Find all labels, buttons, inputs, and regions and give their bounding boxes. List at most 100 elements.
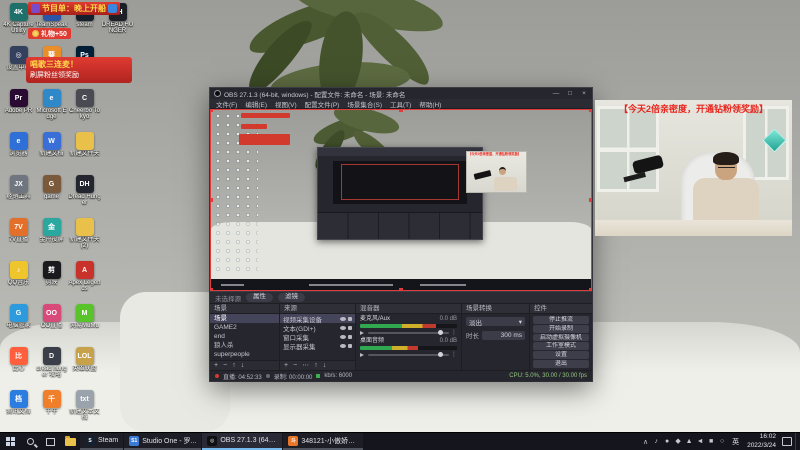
desktop-icon[interactable]: 比 比心 [2,346,35,389]
control-button[interactable]: 设置 [533,351,589,360]
selection-handle[interactable] [589,288,592,291]
window-control-button[interactable]: — [549,88,563,99]
volume-slider[interactable]: ⋮ [360,329,457,336]
tray-icon[interactable]: ♪ [651,433,661,450]
lock-icon[interactable] [348,334,352,339]
desktop-icon[interactable]: 剪 剪映 [35,260,68,303]
speaker-icon[interactable] [360,352,366,357]
selection-handle[interactable] [399,109,403,112]
desktop-icon[interactable]: C Cheerbo Tokyo [68,88,101,131]
show-desktop-button[interactable] [795,433,798,450]
ime-indicator[interactable]: 英 [730,437,741,447]
scene-item[interactable]: 场景 [210,314,279,323]
volume-slider[interactable]: ⋮ [360,351,457,358]
window-control-button[interactable]: □ [563,88,577,99]
control-button[interactable]: 开始录制 [533,324,589,333]
scene-item[interactable]: 狼人杀 [210,341,279,350]
visibility-eye-icon[interactable] [340,343,346,348]
add-scene-button[interactable]: + [214,361,218,371]
control-button[interactable]: 启动虚拟摄像机 [533,333,589,342]
selection-handle[interactable] [210,288,213,291]
volume-knob[interactable] [437,352,443,357]
desktop-icon[interactable]: M 网易MuMu [68,303,101,346]
scene-up-button[interactable]: ↑ [232,361,236,371]
desktop-icon[interactable]: JX 经销工具 [2,174,35,217]
tray-icon[interactable]: ▲ [684,433,694,450]
desktop-icon[interactable]: txt 新建文本文档 [68,389,101,432]
desktop-icon[interactable]: W 新建文档 [35,131,68,174]
speaker-icon[interactable] [360,330,366,335]
desktop-icon[interactable]: LOL 英雄联盟 [68,346,101,389]
desktop-icon[interactable]: G game [35,174,68,217]
desktop-icon[interactable]: A Apex Legends [68,260,101,303]
desktop-icon[interactable]: 7V 7V直播 [2,217,35,260]
scene-down-button[interactable]: ↓ [241,361,245,371]
window-control-button[interactable]: × [577,88,591,99]
add-source-button[interactable]: + [284,361,288,371]
notification-center-button[interactable] [782,437,792,446]
source-up-button[interactable]: ↑ [314,361,318,371]
desktop-icon[interactable]: 新建文件夹 [68,131,101,174]
control-button[interactable]: 退出 [533,360,589,368]
tray-icon[interactable]: ■ [706,433,716,450]
desktop-icon[interactable]: ♪ QQ音乐 [2,260,35,303]
tray-icon[interactable]: ◆ [673,433,683,450]
source-down-button[interactable]: ↓ [323,361,327,371]
desktop-icon[interactable]: OO OO直播 [35,303,68,346]
lock-icon[interactable] [348,343,352,348]
start-button[interactable] [0,433,20,450]
desktop-icon[interactable]: D dread hunger 攻略 [35,346,68,389]
channel-menu-icon[interactable]: ⋮ [451,351,457,358]
desktop-icon[interactable]: 档 腾讯文档 [2,389,35,432]
transition-select[interactable]: 淡出 ▾ [466,317,525,327]
menu-item[interactable]: 帮助(H) [415,99,445,109]
source-item[interactable]: 显示器采集 [280,341,355,351]
duration-value[interactable]: 300 ms [482,330,525,340]
volume-knob[interactable] [437,330,443,335]
desktop-icon[interactable]: 新建文件夹 (2) [68,217,101,260]
clock[interactable]: 16:02 2022/3/24 [744,433,779,449]
control-button[interactable]: 工作室模式 [533,342,589,351]
desktop-icon[interactable]: Pr Adobe PR [2,88,35,131]
obs-titlebar[interactable]: OBS 27.1.3 (64-bit, windows) - 配置文件: 未命名… [210,88,592,99]
taskbar-app-button[interactable]: 斗 348121-小傲娇的... [283,433,364,450]
obs-preview-canvas[interactable]: 【今天2倍亲密度，开通钻粉领奖励】 [210,109,592,291]
selection-handle[interactable] [399,288,403,291]
desktop-icon[interactable]: G 电脑管家 [2,303,35,346]
scene-item[interactable]: GAME2 [210,323,279,332]
visibility-eye-icon[interactable] [340,334,346,339]
taskbar-app-button[interactable]: S1 Studio One - 罗... [124,433,202,450]
menu-item[interactable]: 工具(T) [386,99,415,109]
menu-item[interactable]: 场景集合(S) [343,99,386,109]
source-settings-button[interactable]: ⋯ [302,361,309,371]
filters-button[interactable]: 滤镜 [278,293,305,302]
desktop-icon[interactable]: 千 千牛 [35,389,68,432]
visibility-eye-icon[interactable] [340,325,346,330]
selection-handle[interactable] [589,198,592,202]
taskbar-app-button[interactable]: S Steam [80,433,124,450]
taskbar-app-button[interactable]: ◎ OBS 27.1.3 (64-bi... [202,433,283,450]
properties-button[interactable]: 属性 [246,293,273,302]
menu-item[interactable]: 视图(V) [271,99,301,109]
search-button[interactable] [20,433,40,450]
control-button[interactable]: 停止推流 [533,316,589,324]
desktop-icon[interactable]: e 浏览器 [2,131,35,174]
explorer-button[interactable] [60,433,80,450]
menu-item[interactable]: 配置文件(P) [301,99,344,109]
tray-icon[interactable]: ◄ [695,433,705,450]
menu-item[interactable]: 文件(F) [212,99,241,109]
lock-icon[interactable] [348,325,352,330]
selection-handle[interactable] [210,198,213,202]
remove-scene-button[interactable]: − [223,361,227,371]
scene-item[interactable]: superpeople [210,350,279,359]
desktop-icon[interactable]: 金 金舟投屏 [35,217,68,260]
taskview-button[interactable] [40,433,60,450]
tray-icon[interactable]: ○ [717,433,727,450]
selection-handle[interactable] [589,109,592,112]
scene-item[interactable]: end [210,332,279,341]
visibility-eye-icon[interactable] [340,316,346,321]
tray-expand-button[interactable]: ∧ [643,438,648,446]
channel-menu-icon[interactable]: ⋮ [451,329,457,336]
selection-handle[interactable] [210,109,213,112]
remove-source-button[interactable]: − [293,361,297,371]
